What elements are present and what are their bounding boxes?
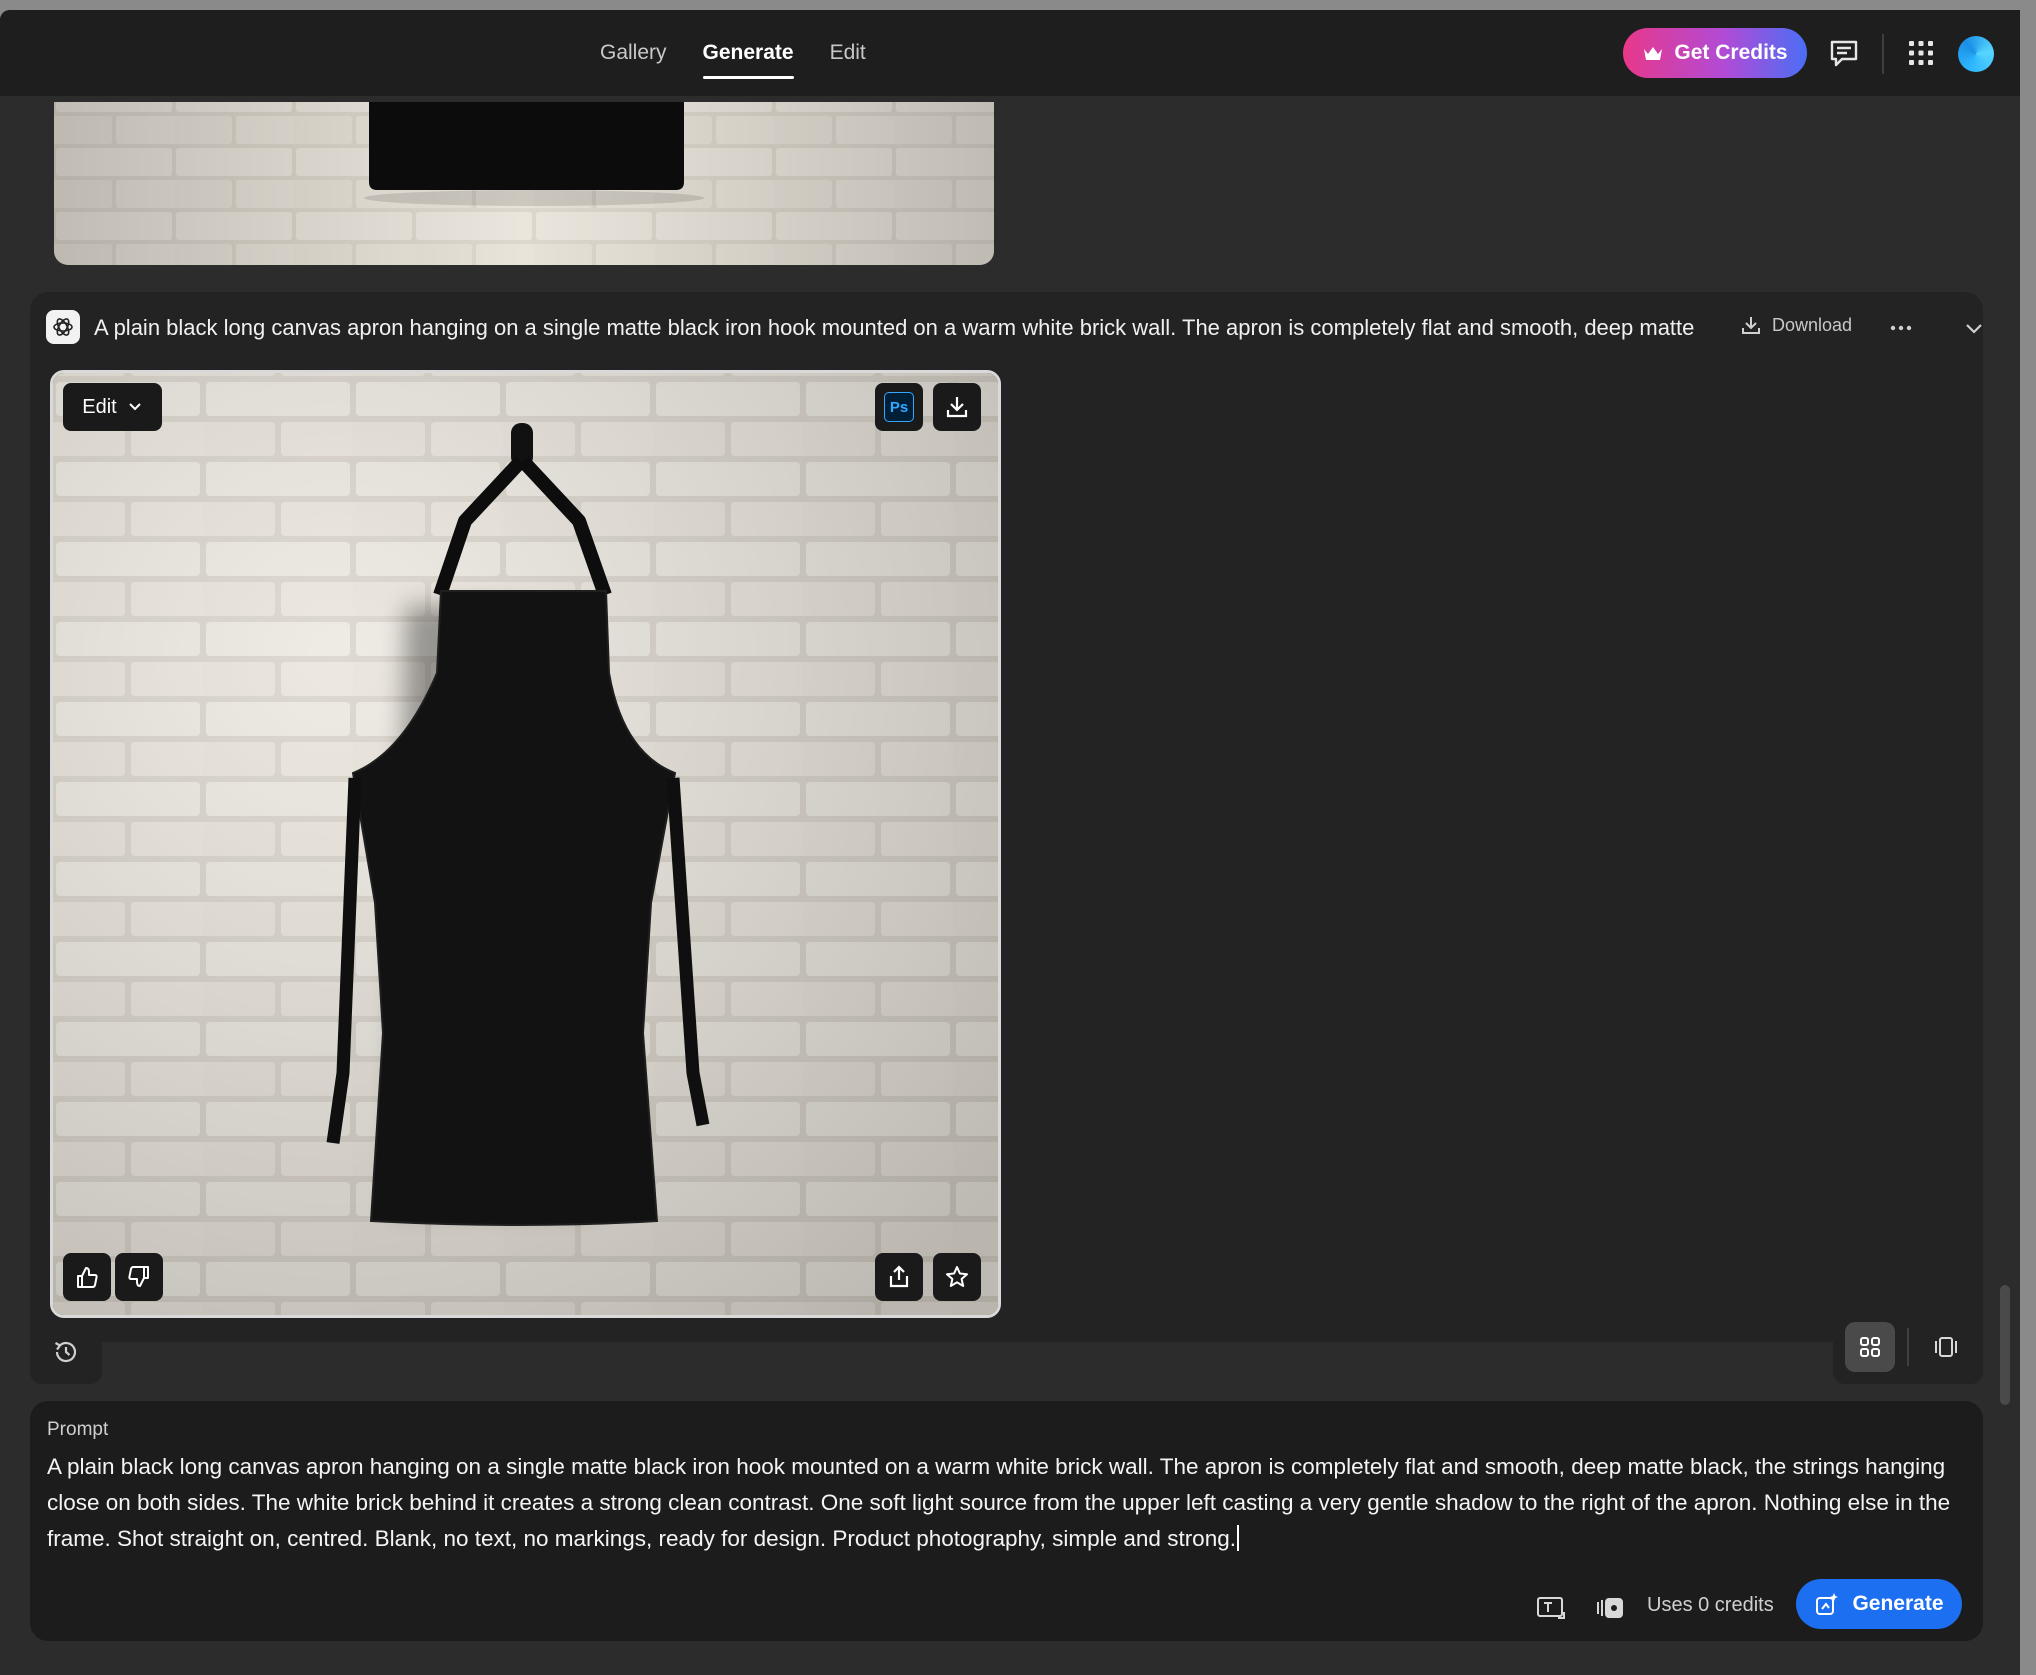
get-credits-label: Get Credits	[1674, 41, 1788, 64]
top-bar: Gallery Generate Edit Get Credits	[0, 10, 2020, 96]
view-toggle	[1833, 1310, 1983, 1384]
single-view-icon	[1935, 1337, 1957, 1357]
apps-grid-icon[interactable]	[1904, 36, 1938, 70]
download-icon	[946, 397, 968, 418]
get-credits-button[interactable]: Get Credits	[1623, 28, 1807, 78]
style-reference-icon[interactable]	[1593, 1591, 1627, 1625]
prompt-label: Prompt	[47, 1419, 109, 1440]
thumbs-down-button[interactable]	[115, 1253, 163, 1301]
generation-result-card: A plain black long canvas apron hanging …	[30, 292, 1983, 1342]
ps-label: Ps	[889, 398, 909, 416]
favorite-button[interactable]	[933, 1253, 981, 1301]
thumbs-down-icon	[128, 1266, 149, 1287]
apron-photo	[53, 373, 998, 1315]
prompt-input[interactable]: A plain black long canvas apron hanging …	[47, 1449, 1967, 1557]
generate-label: Generate	[1852, 1592, 1944, 1615]
star-icon	[946, 1266, 968, 1287]
feedback-icon[interactable]	[1827, 36, 1861, 70]
grid-view-icon	[1860, 1337, 1880, 1357]
more-options-icon[interactable]	[1886, 316, 1916, 340]
history-icon	[54, 1341, 77, 1363]
photoshop-icon: Ps	[884, 392, 914, 422]
tab-generate[interactable]: Generate	[702, 23, 794, 83]
scrollbar[interactable]	[2000, 1285, 2010, 1405]
image-download-button[interactable]	[933, 383, 981, 431]
previous-result-image[interactable]	[54, 102, 994, 265]
generate-button[interactable]: Generate	[1796, 1579, 1962, 1629]
header-divider	[1882, 34, 1884, 74]
text-caret	[1236, 1525, 1239, 1551]
edit-label: Edit	[82, 395, 117, 418]
generated-image[interactable]: Edit Ps	[50, 370, 1001, 1318]
user-avatar[interactable]	[1958, 36, 1994, 72]
edit-dropdown-button[interactable]: Edit	[63, 383, 162, 431]
toggle-divider	[1907, 1328, 1909, 1366]
generate-sparkle-icon	[1816, 1593, 1839, 1615]
download-icon	[1742, 317, 1760, 334]
chevron-down-icon[interactable]	[1962, 316, 1986, 340]
download-label: Download	[1772, 314, 1853, 335]
uses-credits-text: Uses 0 credits	[1647, 1594, 1774, 1616]
thumbs-up-button[interactable]	[63, 1253, 111, 1301]
share-button[interactable]	[875, 1253, 923, 1301]
main-nav: Gallery Generate Edit	[600, 10, 866, 96]
tab-gallery[interactable]: Gallery	[600, 23, 667, 83]
thumbs-up-icon	[77, 1267, 98, 1288]
text-to-image-settings-icon[interactable]	[1534, 1591, 1568, 1625]
open-in-photoshop-button[interactable]: Ps	[875, 383, 923, 431]
grid-view-button[interactable]	[1845, 1322, 1895, 1372]
crown-icon	[1644, 47, 1663, 60]
single-view-button[interactable]	[1921, 1322, 1971, 1372]
app-window: Gallery Generate Edit Get Credits A plai…	[0, 10, 2020, 1675]
prompt-panel: Prompt A plain black long canvas apron h…	[30, 1401, 1983, 1641]
download-button[interactable]: Download	[1740, 314, 1852, 336]
tab-edit[interactable]: Edit	[830, 23, 866, 83]
share-icon	[889, 1265, 909, 1288]
chevron-down-icon	[129, 403, 141, 411]
result-prompt-title: A plain black long canvas apron hanging …	[94, 315, 1695, 340]
history-button[interactable]	[30, 1320, 102, 1384]
prompt-text: A plain black long canvas apron hanging …	[47, 1454, 1951, 1551]
model-logo-icon	[46, 310, 80, 344]
